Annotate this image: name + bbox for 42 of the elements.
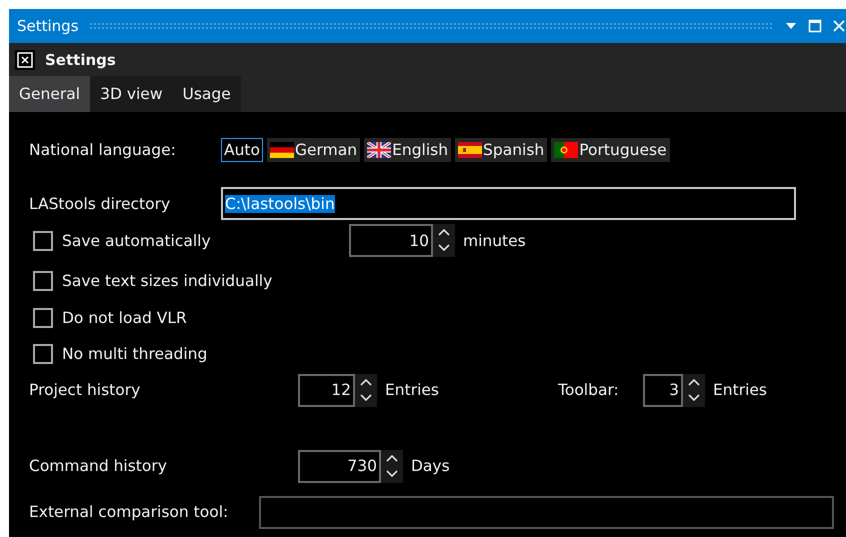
flag-icon: [554, 142, 578, 158]
checkbox[interactable]: [33, 230, 53, 250]
maximize-icon[interactable]: [808, 19, 822, 33]
unit-label: Entries: [713, 381, 767, 399]
close-button[interactable]: [15, 50, 35, 70]
field-label: External comparison tool:: [29, 503, 230, 521]
checkbox-label[interactable]: Do not load VLR: [62, 309, 187, 327]
field-label: Toolbar:: [558, 381, 620, 399]
checkbox[interactable]: [33, 344, 53, 364]
unit-label: Days: [411, 457, 450, 475]
unit-label: Entries: [385, 381, 439, 399]
number-field[interactable]: 730: [298, 450, 381, 482]
language-option[interactable]: German: [267, 138, 360, 162]
checkbox-label[interactable]: No multi threading: [62, 345, 208, 363]
flag-icon: [458, 142, 482, 158]
number-field[interactable]: 10: [349, 224, 433, 257]
checkbox[interactable]: [33, 308, 53, 328]
flag-icon: [367, 142, 392, 158]
language-option[interactable]: Spanish: [455, 138, 548, 162]
panel-title: Settings: [45, 50, 116, 68]
language-option[interactable]: Portuguese: [551, 138, 670, 162]
checkbox-label[interactable]: Save text sizes individually: [62, 272, 272, 290]
language-option[interactable]: Auto: [221, 138, 263, 162]
number-field[interactable]: 3: [643, 374, 683, 406]
field-value: C:\lastools\bin: [225, 194, 335, 212]
field-label: Project history: [29, 381, 142, 399]
checkbox-label[interactable]: Save automatically: [62, 232, 349, 250]
language-option[interactable]: English: [364, 138, 452, 162]
number-field[interactable]: 12: [298, 374, 355, 406]
checkbox[interactable]: [33, 270, 53, 290]
unit-label: minutes: [463, 232, 526, 250]
field-label: LAStools directory: [29, 194, 172, 212]
tab[interactable]: Usage: [172, 76, 241, 112]
flag-icon: [270, 142, 294, 158]
directory-field[interactable]: C:\lastools\bin: [221, 187, 796, 220]
tab[interactable]: General: [9, 76, 90, 112]
field-label: National language:: [29, 141, 177, 159]
comparison-tool-field[interactable]: [259, 496, 834, 528]
close-icon[interactable]: [832, 19, 846, 33]
window-title: Settings: [17, 17, 79, 35]
tab[interactable]: 3D view: [90, 76, 173, 112]
field-label: Command history: [29, 457, 168, 475]
